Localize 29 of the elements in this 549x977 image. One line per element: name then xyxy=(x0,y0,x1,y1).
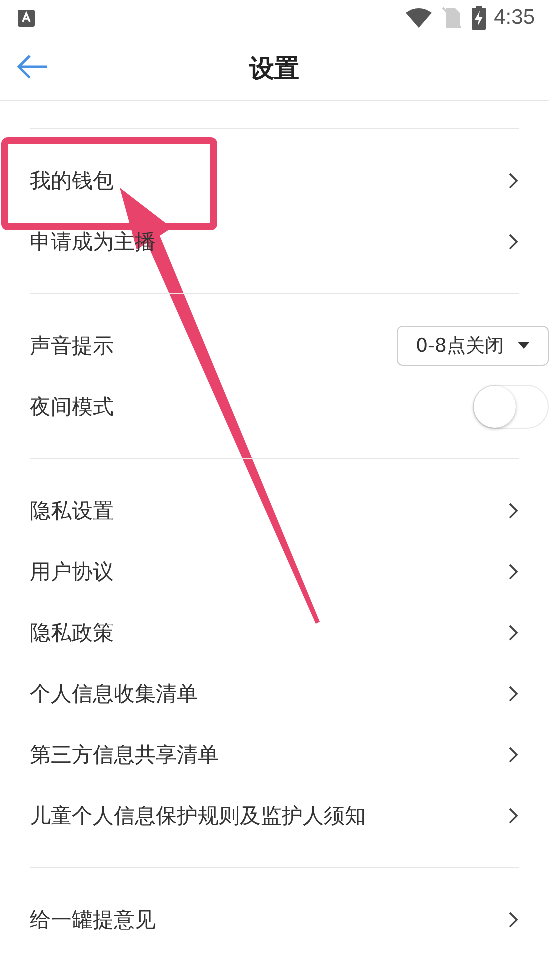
wifi-icon xyxy=(406,8,432,28)
chevron-right-icon xyxy=(509,686,519,702)
menu-item[interactable]: 申请成为主播 xyxy=(30,228,509,256)
chevron-right-icon xyxy=(509,746,519,762)
chevron-right-icon xyxy=(509,502,519,518)
chevron-right-icon xyxy=(509,234,519,250)
chevron-right-icon xyxy=(509,808,519,824)
toggle-switch[interactable] xyxy=(473,384,549,428)
setting-label: 夜间模式 xyxy=(30,394,115,420)
page-title: 设置 xyxy=(250,52,300,84)
chevron-right-icon xyxy=(509,172,519,188)
menu-item[interactable]: 个人信息收集清单 xyxy=(30,680,509,708)
setting-label: 声音提示 xyxy=(30,332,115,360)
menu-item[interactable]: 第三方信息共享清单 xyxy=(30,740,509,768)
menu-item[interactable]: 给一罐提意见 xyxy=(30,906,509,934)
caret-down-icon xyxy=(518,342,530,350)
menu-item[interactable]: 用户协议 xyxy=(30,558,509,586)
chevron-right-icon xyxy=(509,912,519,928)
no-sim-icon xyxy=(442,7,462,29)
chevron-right-icon xyxy=(509,564,519,580)
status-time: 4:35 xyxy=(494,6,535,30)
keyboard-icon xyxy=(18,10,35,26)
chevron-right-icon xyxy=(509,624,519,640)
dropdown[interactable]: 0-8点关闭 xyxy=(396,326,549,366)
menu-item[interactable]: 儿童个人信息保护规则及监护人须知 xyxy=(30,802,509,830)
menu-item[interactable]: 隐私设置 xyxy=(30,496,509,524)
menu-item[interactable]: 隐私政策 xyxy=(30,618,509,646)
menu-item[interactable]: 我的钱包 xyxy=(30,166,509,194)
battery-charging-icon xyxy=(472,6,486,30)
